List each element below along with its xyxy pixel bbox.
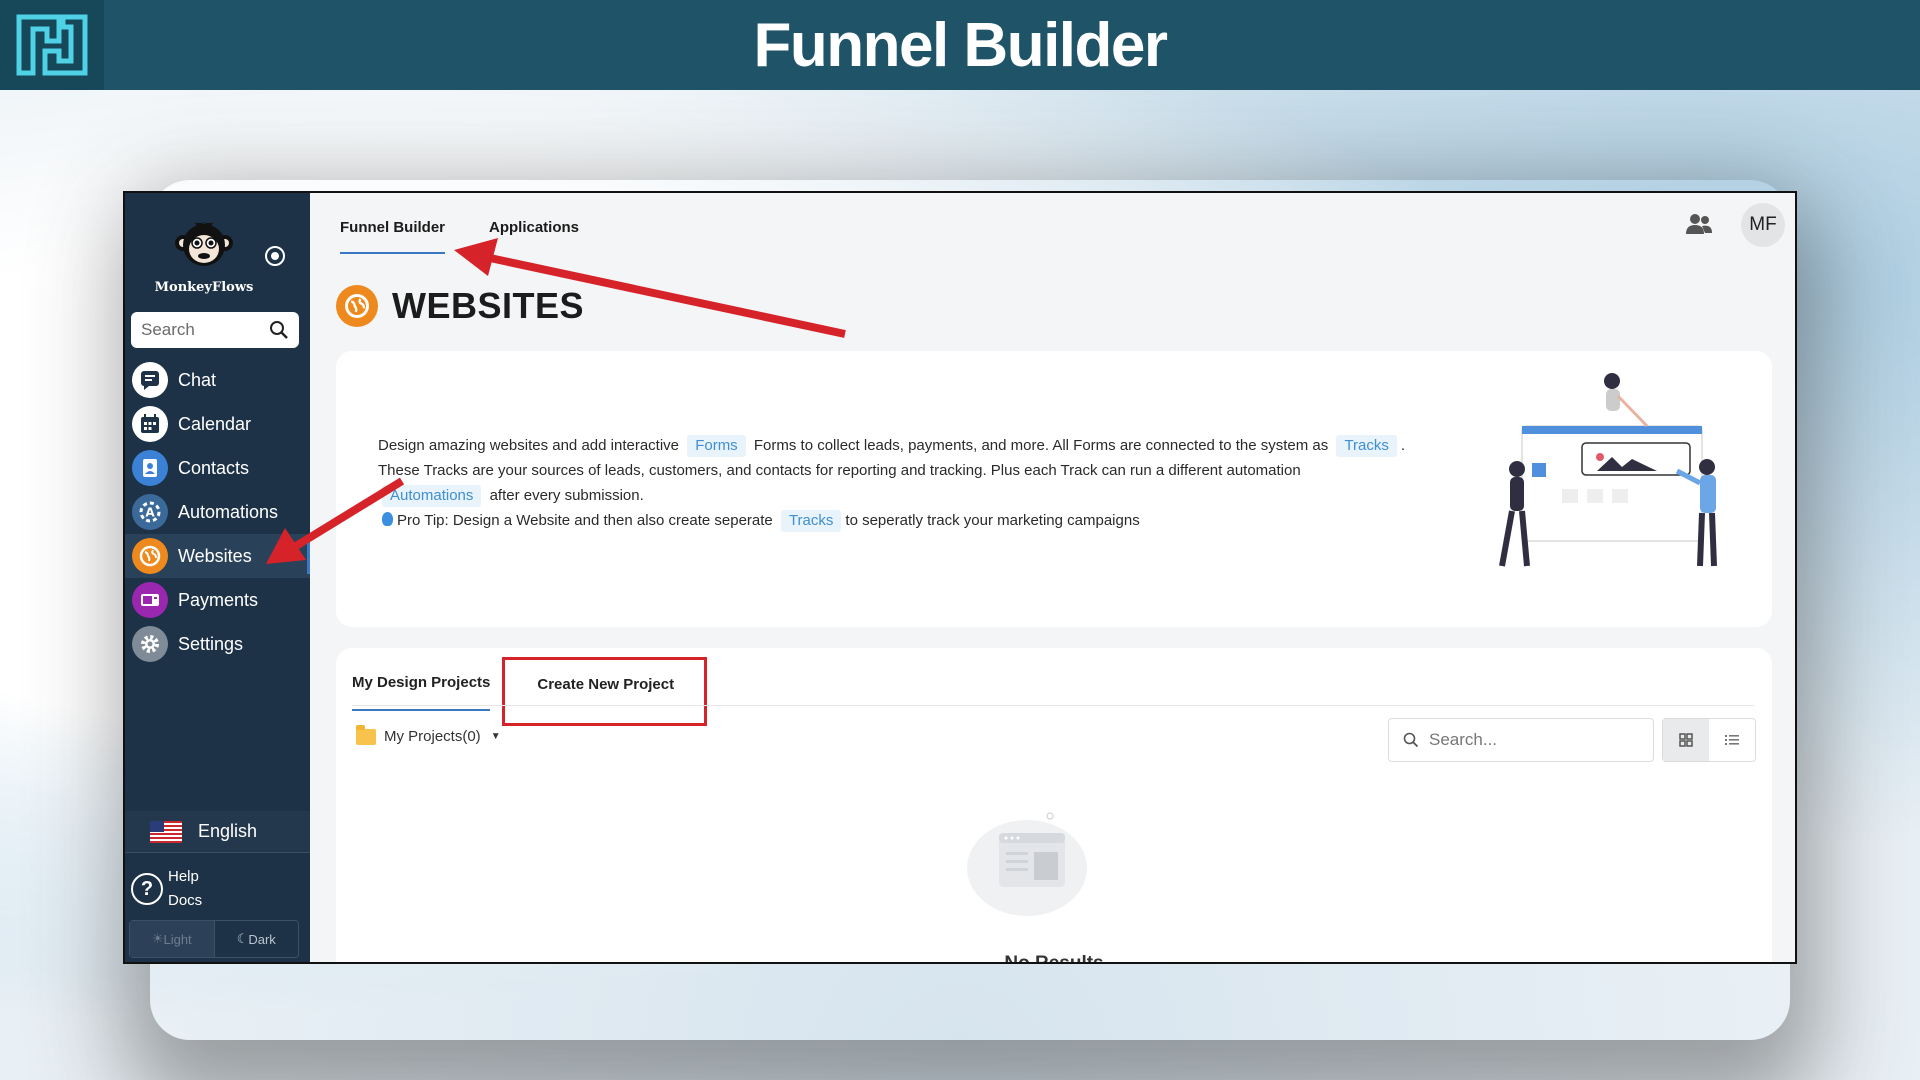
automations-chip[interactable]: Automations — [382, 485, 482, 507]
info-description: Design amazing websites and add interact… — [378, 433, 1428, 533]
search-icon — [270, 321, 288, 339]
list-icon — [1725, 735, 1739, 745]
project-tabs: My Design Projects Create New Project — [352, 657, 708, 735]
forms-chip[interactable]: Forms — [687, 435, 746, 457]
help-label-line1: Help — [168, 868, 199, 885]
chat-icon — [132, 362, 168, 398]
grid-icon — [1679, 733, 1693, 747]
page-title: WEBSITES — [392, 285, 585, 326]
view-toggle — [1662, 718, 1756, 762]
app-window: MonkeyFlows Search Chat Calendar Contact… — [123, 191, 1797, 964]
tracks-chip[interactable]: Tracks — [780, 510, 842, 532]
svg-text:A: A — [145, 506, 155, 520]
help-icon: ? — [131, 873, 163, 905]
user-avatar[interactable]: MF — [1741, 203, 1785, 247]
payments-icon — [132, 582, 168, 618]
globe-icon — [132, 538, 168, 574]
contacts-icon — [132, 450, 168, 486]
language-selector[interactable]: English — [125, 811, 310, 853]
automations-icon: A — [132, 494, 168, 530]
lightbulb-icon — [382, 512, 393, 526]
calendar-icon — [132, 406, 168, 442]
monkey-logo-icon — [175, 222, 233, 266]
language-label: English — [198, 821, 258, 841]
info-text-segment: . — [1400, 437, 1406, 454]
info-text-segment: Forms to collect leads, payments, and mo… — [753, 437, 1329, 454]
sidebar-collapse-toggle[interactable] — [265, 246, 285, 266]
sidebar-item-label: Chat — [178, 369, 217, 390]
theme-switch: ☀ Light ☾ Dark — [129, 920, 299, 958]
info-card: Design amazing websites and add interact… — [336, 351, 1772, 627]
folder-icon — [356, 724, 376, 745]
sidebar-item-label: Automations — [178, 501, 279, 522]
info-text-segment: Design amazing websites and add interact… — [378, 437, 680, 454]
page-header: WEBSITES — [336, 285, 584, 327]
search-icon — [1403, 732, 1419, 748]
sidebar-item-settings[interactable]: Settings — [125, 622, 310, 666]
team-icon[interactable] — [1685, 213, 1713, 240]
pro-tip-text: to seperatly track your marketing campai… — [845, 512, 1140, 529]
banner-title: Funnel Builder — [753, 11, 1169, 80]
theme-light-label: Light — [163, 931, 192, 947]
theme-light-button[interactable]: ☀ Light — [130, 921, 215, 957]
globe-icon — [336, 285, 378, 327]
sidebar-item-chat[interactable]: Chat — [125, 358, 310, 402]
tab-create-new-project[interactable]: Create New Project — [502, 657, 708, 726]
folder-dropdown[interactable]: My Projects(0) ▼ — [356, 724, 501, 745]
help-docs-link[interactable]: ? Help Docs — [131, 865, 202, 913]
help-label-line2: Docs — [168, 892, 203, 909]
sidebar: MonkeyFlows Search Chat Calendar Contact… — [125, 193, 310, 962]
folder-label: My Projects(0) — [384, 728, 481, 745]
moon-icon: ☾ — [236, 931, 249, 946]
caret-down-icon: ▼ — [490, 731, 501, 742]
website-builder-illustration — [1499, 373, 1717, 567]
project-search-placeholder: Search... — [1429, 730, 1498, 749]
tracks-chip[interactable]: Tracks — [1336, 435, 1397, 457]
sidebar-item-label: Settings — [178, 633, 244, 654]
sidebar-item-label: Contacts — [178, 457, 250, 478]
top-nav: Funnel Builder Applications — [340, 219, 623, 254]
grid-view-button[interactable] — [1663, 719, 1709, 761]
tab-applications[interactable]: Applications — [489, 219, 579, 254]
gear-icon — [132, 626, 168, 662]
empty-state-illustration — [967, 812, 1087, 916]
projects-card: My Design Projects Create New Project My… — [336, 648, 1772, 964]
sidebar-search-input[interactable]: Search — [131, 312, 299, 348]
sidebar-item-label: Websites — [178, 545, 252, 566]
tabs-divider — [352, 705, 1754, 706]
project-search-input[interactable]: Search... — [1388, 718, 1654, 762]
info-text-segment: after every submission. — [489, 487, 644, 504]
sidebar-item-websites[interactable]: Websites — [125, 534, 310, 578]
sidebar-item-contacts[interactable]: Contacts — [125, 446, 310, 490]
sidebar-item-label: Calendar — [178, 413, 252, 434]
pro-tip-text: Pro Tip: Design a Website and then also … — [397, 512, 773, 529]
list-view-button[interactable] — [1709, 719, 1755, 761]
sun-icon: ☀ — [151, 931, 164, 946]
us-flag-icon — [150, 820, 182, 843]
info-text-segment: These Tracks are your sources of leads, … — [378, 462, 1301, 479]
main-content: Funnel Builder Applications MF WEBSITES … — [310, 193, 1795, 962]
theme-dark-button[interactable]: ☾ Dark — [215, 921, 299, 957]
title-banner: Funnel Builder — [0, 0, 1920, 90]
sidebar-item-automations[interactable]: A Automations — [125, 490, 310, 534]
empty-state-text: No Results — [1004, 953, 1104, 964]
tab-funnel-builder[interactable]: Funnel Builder — [340, 219, 445, 254]
sidebar-item-label: Payments — [178, 589, 259, 610]
brand-name: MonkeyFlows — [154, 280, 254, 295]
sidebar-item-payments[interactable]: Payments — [125, 578, 310, 622]
brand-logo[interactable]: MonkeyFlows — [149, 219, 259, 295]
theme-dark-label: Dark — [248, 931, 276, 947]
sidebar-item-calendar[interactable]: Calendar — [125, 402, 310, 446]
sidebar-search-placeholder: Search — [141, 320, 195, 339]
sidebar-nav: Chat Calendar Contacts A Automations Web… — [125, 358, 310, 666]
